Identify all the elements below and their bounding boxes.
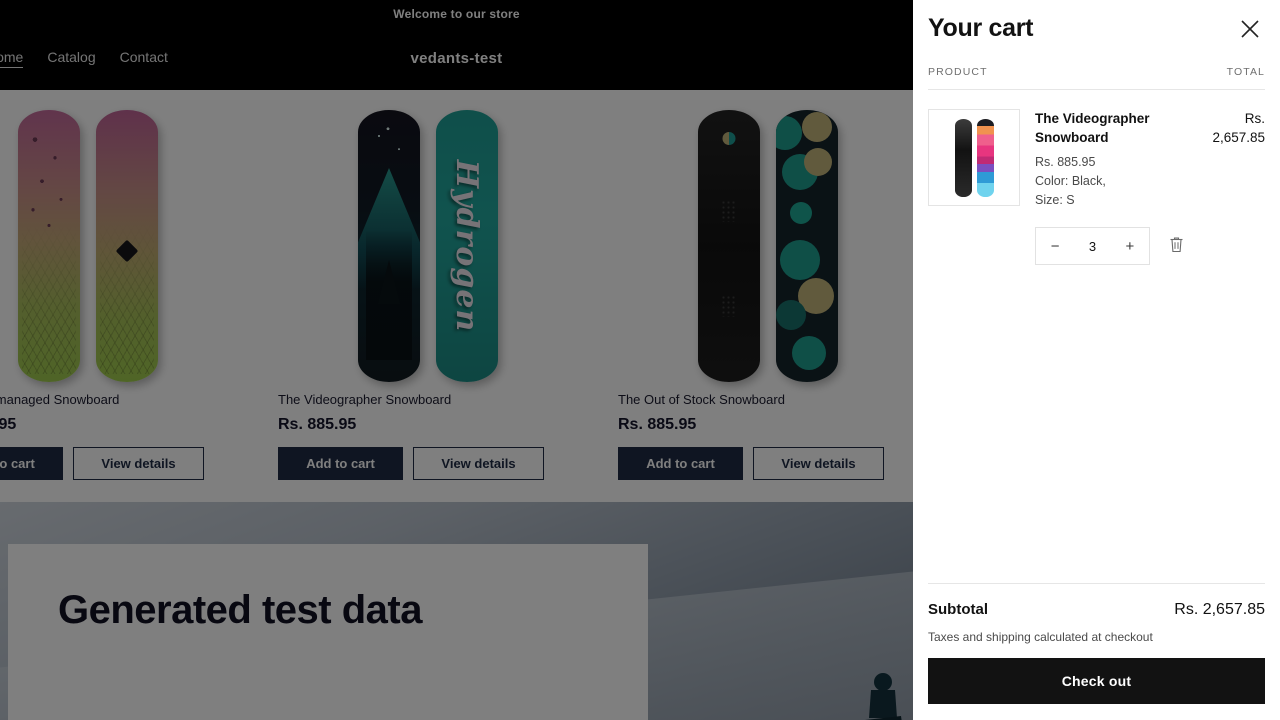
trash-icon (1170, 237, 1183, 253)
remove-item-button[interactable] (1167, 234, 1186, 258)
cart-drawer: Your cart PRODUCT TOTAL The Videographer… (913, 0, 1280, 720)
column-header-product: PRODUCT (928, 66, 988, 78)
thumbnail-board-gradient (976, 118, 994, 197)
quantity-value[interactable]: 3 (1074, 239, 1111, 254)
cart-items-list: The Videographer Snowboard Rs. 885.95 Co… (928, 90, 1265, 583)
checkout-button[interactable]: Check out (928, 658, 1265, 704)
thumbnail-board-black (954, 118, 972, 197)
cart-item-unit-price: Rs. 885.95 (1035, 155, 1096, 170)
cart-header: Your cart (928, 0, 1265, 44)
quantity-stepper: − 3 + (1035, 227, 1150, 266)
tax-shipping-note: Taxes and shipping calculated at checkou… (928, 630, 1153, 644)
cart-item-name[interactable]: The Videographer Snowboard (1035, 109, 1185, 147)
subtotal-value: Rs. 2,657.85 (1174, 601, 1265, 618)
cart-footer: Subtotal Rs. 2,657.85 Taxes and shipping… (928, 583, 1265, 720)
cart-item-line-total: Rs. 2,657.85 (1212, 111, 1265, 146)
cart-item-thumbnail[interactable] (928, 109, 1020, 206)
cart-item-info: The Videographer Snowboard Rs. 885.95 Co… (1035, 109, 1186, 266)
cart-overlay-backdrop[interactable] (0, 0, 913, 720)
cart-item-quantity-row: − 3 + (1035, 227, 1186, 266)
decrease-quantity-button[interactable]: − (1036, 228, 1074, 264)
cart-item-option-size: Size: S (1035, 193, 1075, 208)
cart-line-item: The Videographer Snowboard Rs. 885.95 Co… (928, 109, 1265, 266)
cart-title: Your cart (928, 14, 1034, 42)
cart-item-option-color: Color: Black, (1035, 174, 1106, 189)
column-header-total: TOTAL (1226, 66, 1265, 78)
close-icon (1241, 20, 1259, 38)
increase-quantity-button[interactable]: + (1111, 228, 1149, 264)
cart-column-headers: PRODUCT TOTAL (928, 44, 1265, 90)
subtotal-row: Subtotal Rs. 2,657.85 (928, 601, 1265, 619)
close-cart-button[interactable] (1235, 14, 1265, 44)
subtotal-label: Subtotal (928, 601, 988, 618)
